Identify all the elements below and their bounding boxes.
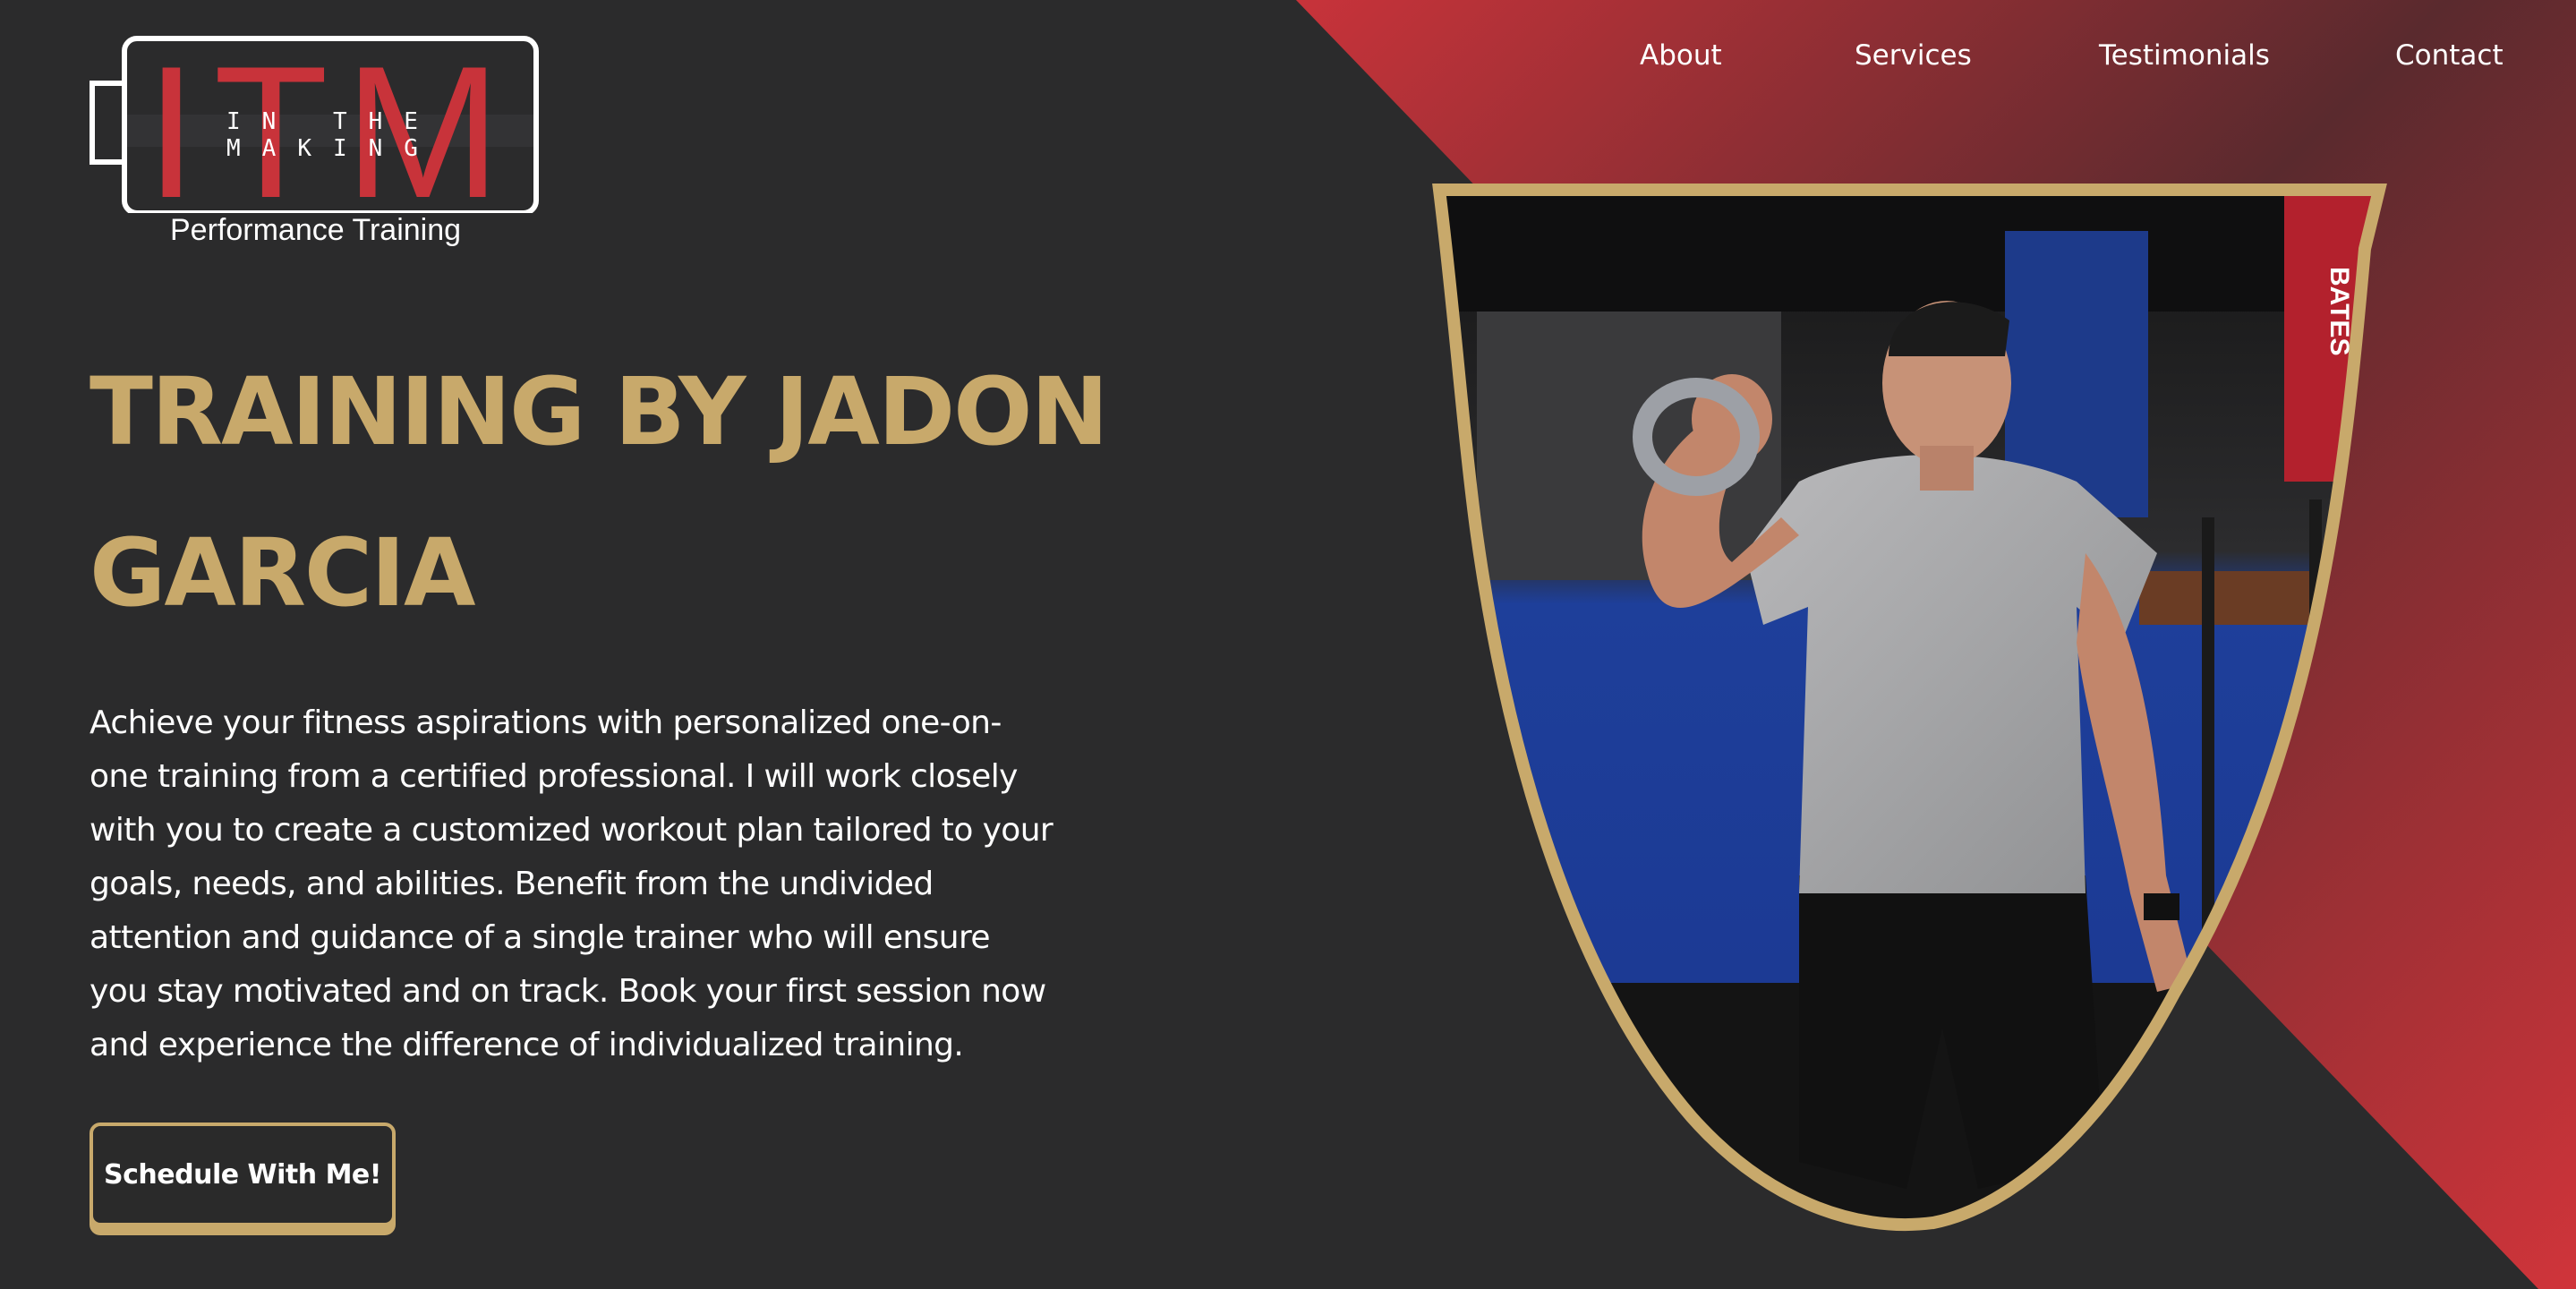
hero-description: Achieve your fitness aspirations with pe… [90,704,1053,1063]
hero-title: TRAINING BY JADON GARCIA [90,357,1109,627]
nav-services[interactable]: Services [1855,39,1972,72]
nav-about[interactable]: About [1640,39,1722,72]
logo-subtitle: Performance Training [170,213,462,247]
trainer-photo: BATES [1432,184,2387,1232]
nav-testimonials[interactable]: Testimonials [2099,39,2270,72]
schedule-button[interactable]: Schedule With Me! [90,1123,396,1226]
logo-tagline: IN THE MAKING [226,108,439,162]
nav-contact[interactable]: Contact [2395,39,2503,72]
itm-logo[interactable]: ITM IN THE MAKING Performance Training [90,27,546,258]
svg-text:BATES: BATES [2324,267,2354,355]
